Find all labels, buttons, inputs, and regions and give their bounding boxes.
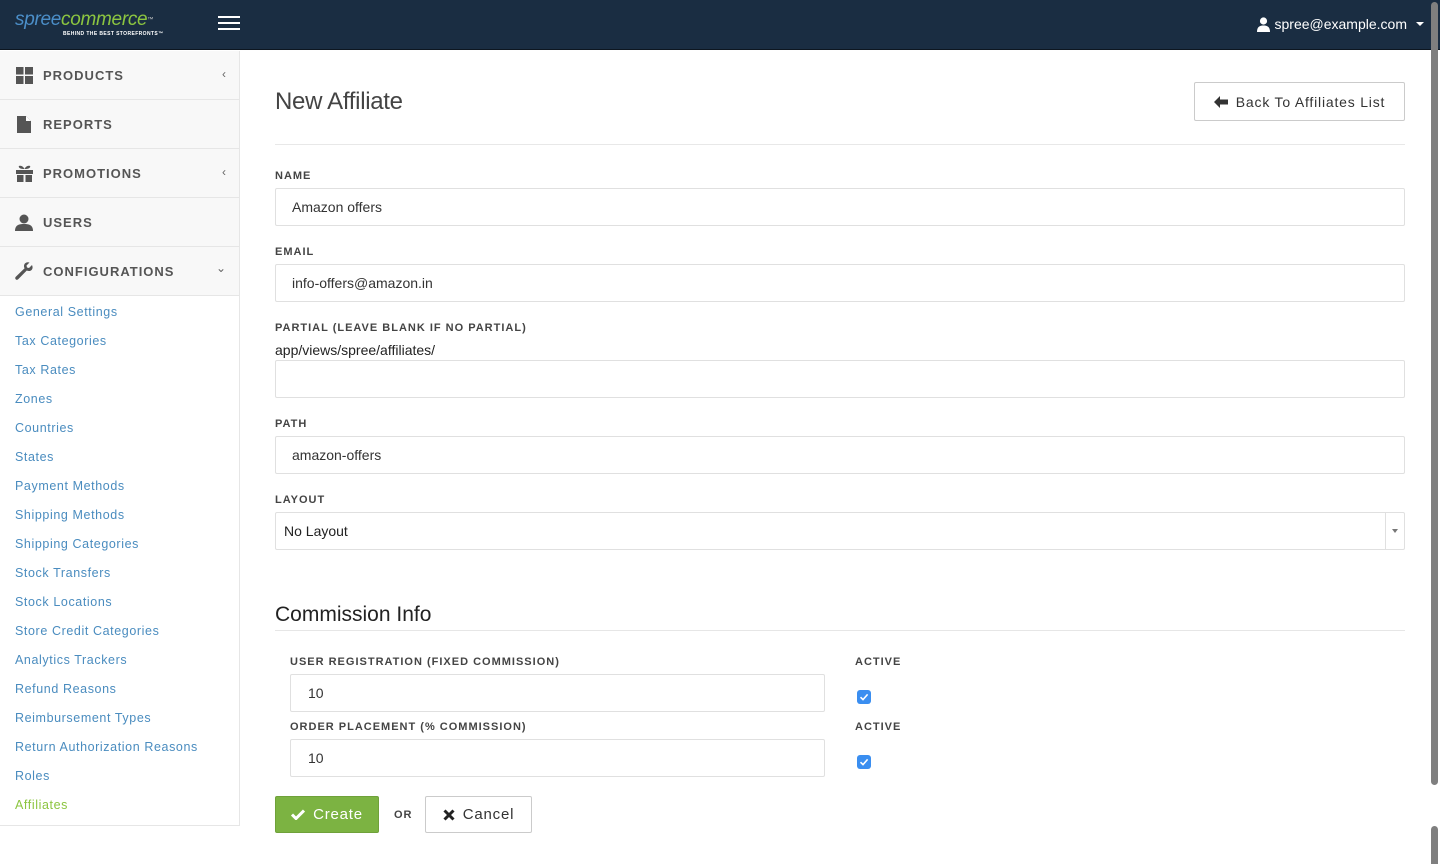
sidebar-item-label: USERS [43,214,93,230]
commission-divider [275,630,1405,631]
user-email: spree@example.com [1274,16,1408,32]
sidebar-subitem-states[interactable]: States [0,443,239,472]
sidebar-subitem-stock-locations[interactable]: Stock Locations [0,588,239,617]
user-icon [1256,16,1270,32]
checkmark-icon [859,693,869,701]
commission-info-heading: Commission Info [275,603,432,626]
partial-label: PARTIAL (LEAVE BLANK IF NO PARTIAL) [275,322,527,334]
sidebar-item-label: REPORTS [43,116,113,132]
path-input[interactable] [275,436,1405,474]
partial-path-hint: app/views/spree/affiliates/ [275,342,436,358]
sidebar-item-label: CONFIGURATIONS [43,263,175,279]
checkmark-icon [859,758,869,766]
spree-commerce-logo[interactable]: spreecommerce™ BEHIND THE BEST STOREFRON… [15,9,164,38]
user-account-menu[interactable]: spree@example.com [1256,16,1424,32]
sidebar-subitem-affiliates[interactable]: Affiliates [0,791,239,820]
cancel-button[interactable]: Cancel [425,796,532,833]
name-input[interactable] [275,188,1405,226]
arrow-left-icon [1213,95,1228,108]
cancel-button-label: Cancel [462,806,515,823]
grid-icon [15,66,33,84]
sidebar-subitem-shipping-methods[interactable]: Shipping Methods [0,501,239,530]
sidebar-subitem-roles[interactable]: Roles [0,762,239,791]
sidebar-subitem-payment-methods[interactable]: Payment Methods [0,472,239,501]
logo-text-commerce: commerce [61,9,148,30]
sidebar-subitem-countries[interactable]: Countries [0,414,239,443]
sidebar-subitem-return-authorization-reasons[interactable]: Return Authorization Reasons [0,733,239,762]
chevron-left-icon: ‹ [222,165,226,179]
user-icon [15,213,33,231]
sidebar-item-products[interactable]: PRODUCTS ‹ [0,51,239,100]
sidebar-subitem-reimbursement-types[interactable]: Reimbursement Types [0,704,239,733]
sidebar-subitem-shipping-categories[interactable]: Shipping Categories [0,530,239,559]
layout-label: LAYOUT [275,494,326,506]
chevron-down-icon: ⌄ [215,261,226,275]
user-registration-commission-input[interactable] [290,674,825,712]
layout-select[interactable]: No Layout [275,512,1405,550]
vertical-scrollbar[interactable] [1431,2,1438,785]
chevron-left-icon: ‹ [222,67,226,81]
sidebar-subitem-general-settings[interactable]: General Settings [0,298,239,327]
caret-down-icon [1416,22,1424,26]
scrollbar-track-end [1431,826,1438,864]
user-registration-active-label: ACTIVE [855,656,902,668]
top-navbar: spreecommerce™ BEHIND THE BEST STOREFRON… [0,0,1440,50]
sidebar-item-users[interactable]: USERS [0,198,239,247]
sidebar-subitem-stock-transfers[interactable]: Stock Transfers [0,559,239,588]
sidebar-subitem-store-credit-categories[interactable]: Store Credit Categories [0,617,239,646]
sidebar-subitem-tax-categories[interactable]: Tax Categories [0,327,239,356]
sidebar-item-configurations[interactable]: CONFIGURATIONS ⌄ [0,247,239,296]
dropdown-arrow-icon [1385,513,1404,549]
order-placement-commission-input[interactable] [290,739,825,777]
page-title: New Affiliate [275,88,403,115]
sidebar-item-promotions[interactable]: PROMOTIONS ‹ [0,149,239,198]
or-separator: OR [394,809,413,821]
name-label: NAME [275,170,312,182]
logo-text-spree: spree [15,9,62,30]
user-registration-label: USER REGISTRATION (FIXED COMMISSION) [290,656,560,668]
sidebar-subitem-analytics-trackers[interactable]: Analytics Trackers [0,646,239,675]
email-label: EMAIL [275,246,315,258]
user-registration-active-checkbox[interactable] [857,690,871,704]
sidebar-item-label: PROMOTIONS [43,165,142,181]
order-placement-active-checkbox[interactable] [857,755,871,769]
title-divider [275,144,1405,145]
sidebar-subitem-refund-reasons[interactable]: Refund Reasons [0,675,239,704]
gift-icon [15,164,33,182]
check-icon [291,809,306,820]
back-to-affiliates-list-button[interactable]: Back To Affiliates List [1194,82,1405,121]
order-placement-active-label: ACTIVE [855,721,902,733]
wrench-icon [15,262,33,280]
configurations-submenu: General Settings Tax Categories Tax Rate… [0,296,239,820]
order-placement-label: ORDER PLACEMENT (% COMMISSION) [290,721,527,733]
create-button-label: Create [313,806,363,823]
sidebar: PRODUCTS ‹ REPORTS PROMOTIONS ‹ USERS CO… [0,51,240,826]
path-label: PATH [275,418,308,430]
email-input[interactable] [275,264,1405,302]
back-button-label: Back To Affiliates List [1235,93,1386,110]
create-button[interactable]: Create [275,796,379,833]
logo-tm: ™ [147,17,154,23]
sidebar-subitem-zones[interactable]: Zones [0,385,239,414]
sidebar-item-reports[interactable]: REPORTS [0,100,239,149]
sidebar-subitem-tax-rates[interactable]: Tax Rates [0,356,239,385]
layout-selected-value: No Layout [284,523,348,539]
close-icon [443,808,455,821]
logo-tagline: BEHIND THE BEST STOREFRONTS™ [63,31,164,37]
file-icon [15,115,33,133]
sidebar-item-label: PRODUCTS [43,67,124,83]
partial-input[interactable] [275,360,1405,398]
hamburger-icon[interactable] [218,16,240,32]
